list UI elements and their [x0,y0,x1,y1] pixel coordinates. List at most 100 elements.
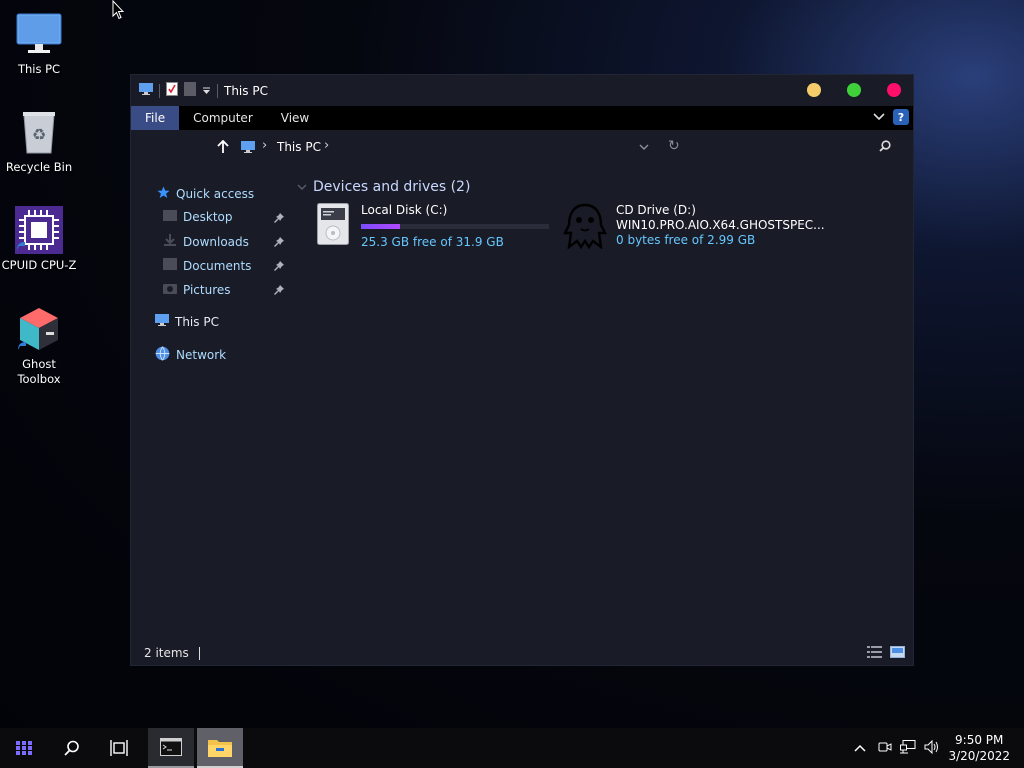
drive-local-disk-c[interactable]: Local Disk (C:) 25.3 GB free of 31.9 GB [317,203,549,250]
quick-access-toolbar [139,82,218,99]
volume-icon[interactable] [924,739,940,757]
tab-computer[interactable]: Computer [179,106,267,130]
clock[interactable]: 9:50 PM 3/20/2022 [948,732,1010,764]
this-pc-small-icon [241,141,255,156]
title-bar[interactable]: This PC [131,75,913,106]
close-button[interactable] [887,83,901,97]
start-button[interactable] [1,728,47,768]
properties-icon[interactable] [166,82,178,99]
clock-date: 3/20/2022 [948,749,1010,763]
drive-info: Local Disk (C:) 25.3 GB free of 31.9 GB [361,203,549,250]
nav-this-pc[interactable]: This PC [155,314,219,329]
ribbon-right-controls: ? [873,109,909,125]
network-icon[interactable] [900,739,916,757]
nav-desktop[interactable]: Desktop [163,210,233,224]
expand-ribbon-icon[interactable] [873,110,885,124]
drive-volume-label: WIN10.PRO.AIO.X64.GHOSTSPEC... [616,218,825,232]
desktop-folder-icon [163,210,177,224]
taskbar-app-terminal[interactable] [148,728,194,768]
devices-group-header[interactable]: Devices and drives (2) [297,179,470,195]
drive-name: CD Drive (D:) [616,203,696,217]
up-arrow-icon[interactable] [217,139,229,157]
mouse-cursor-icon [112,0,125,23]
tab-view[interactable]: View [267,106,323,130]
nav-quick-access[interactable]: Quick access [157,186,254,202]
this-pc-small-icon [139,83,153,98]
desktop-icon-recycle-bin[interactable]: ♻ Recycle Bin [0,108,78,175]
drive-free-space: 0 bytes free of 2.99 GB [616,233,756,247]
desktop-icon-label: CPUID CPU-Z [1,258,77,272]
tab-file[interactable]: File [131,106,180,130]
drive-free-space: 25.3 GB free of 31.9 GB [361,235,504,249]
task-view-button[interactable] [96,728,142,768]
group-title: Devices and drives (2) [313,179,471,195]
customize-toolbar-icon[interactable] [202,84,211,98]
breadcrumb-separator[interactable]: › [262,138,267,153]
nav-label: Documents [183,258,252,273]
monitor-icon [15,10,63,58]
breadcrumb-this-pc[interactable]: This PC [277,140,321,154]
drive-name: Local Disk (C:) [361,203,448,217]
toolbox-cube-icon [15,305,63,353]
status-bar: 2 items [131,641,913,665]
desktop-icon-this-pc[interactable]: This PC [0,10,78,77]
drive-cd-d[interactable]: CD Drive (D:) WIN10.PRO.AIO.X64.GHOSTSPE… [563,203,825,252]
window-controls [807,83,901,97]
ribbon-tabs: File Computer View ? [131,106,913,130]
address-bar: › This PC › ↻ [131,130,913,164]
hard-drive-icon [317,203,349,250]
new-folder-icon[interactable] [184,82,196,99]
address-dropdown-icon[interactable] [639,140,649,154]
pin-icon[interactable] [274,284,284,298]
nav-label: Network [176,348,227,362]
nav-downloads[interactable]: Downloads [163,234,249,249]
cpu-chip-icon [15,206,63,254]
toolbar-separator [159,83,160,98]
nav-network[interactable]: Network [155,346,226,364]
breadcrumb-separator[interactable]: › [324,138,329,153]
status-divider [198,646,200,660]
toolbar-separator [217,83,218,98]
star-icon [157,186,170,202]
nav-label: Pictures [183,282,231,297]
drive-info: CD Drive (D:) WIN10.PRO.AIO.X64.GHOSTSPE… [616,203,825,252]
taskbar-app-file-explorer[interactable] [197,728,243,768]
meet-now-icon[interactable] [878,740,892,757]
search-icon[interactable] [879,140,891,155]
desktop-icon-ghost-toolbox[interactable]: Ghost Toolbox [0,305,78,387]
nav-label: Desktop [183,210,233,224]
help-button[interactable]: ? [893,109,909,125]
nav-pictures[interactable]: Pictures [163,282,231,297]
navigation-pane: Quick access Desktop Downloads Documents [131,179,296,649]
search-button[interactable] [49,728,95,768]
documents-icon [163,258,177,273]
item-count: 2 items [144,646,189,660]
refresh-icon[interactable]: ↻ [668,138,680,154]
desktop-icon-cpu-z[interactable]: CPUID CPU-Z [0,206,78,273]
network-globe-icon [155,346,170,364]
nav-label: Quick access [176,187,255,201]
large-icons-view-icon[interactable] [890,646,905,661]
recycle-bin-icon: ♻ [15,108,63,156]
desktop-icon-label: Ghost Toolbox [17,357,60,387]
drive-usage-bar [361,224,549,229]
pin-icon[interactable] [274,236,284,250]
svg-text:♻: ♻ [32,125,46,144]
pin-icon[interactable] [274,260,284,274]
camera-icon [163,282,177,297]
file-explorer-window: This PC File Computer View ? › This PC › [130,74,914,666]
this-pc-small-icon [155,314,169,329]
desktop-icon-label-line1: Ghost [22,357,56,371]
nav-documents[interactable]: Documents [163,258,251,273]
maximize-button[interactable] [847,83,861,97]
pin-icon[interactable] [274,212,284,226]
taskbar: 9:50 PM 3/20/2022 [0,728,1024,768]
ghost-icon [563,203,607,252]
clock-time: 9:50 PM [955,733,1004,747]
chevron-down-icon [297,180,307,194]
nav-label: Downloads [183,234,249,249]
details-view-icon[interactable] [867,646,882,661]
minimize-button[interactable] [807,83,821,97]
window-title: This PC [224,83,268,98]
chevron-up-icon[interactable] [854,741,866,755]
